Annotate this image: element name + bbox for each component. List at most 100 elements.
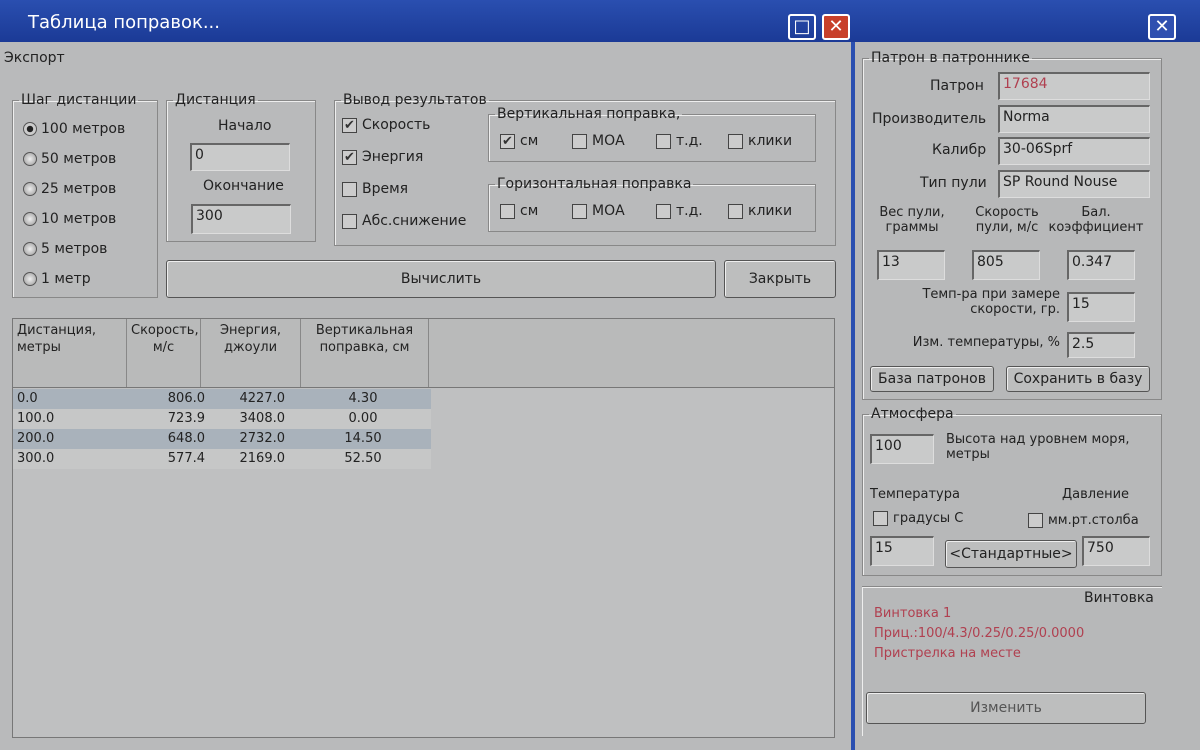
vertical-option-label: МОА xyxy=(592,133,625,149)
vertical-option-label: см xyxy=(520,133,539,149)
save-to-db-button[interactable]: Сохранить в базу xyxy=(1006,366,1150,392)
vertical-option[interactable]: МОА xyxy=(572,133,625,149)
bullet-label: Тип пули xyxy=(920,175,987,191)
column-header[interactable]: Скорость, м/с xyxy=(127,319,201,387)
atm-temp-label: Температура xyxy=(870,487,960,502)
checkbox-icon[interactable] xyxy=(728,133,743,149)
mmhg-label: мм.рт.столба xyxy=(1048,513,1139,528)
temp-label: Темп-ра при замере скорости, гр. xyxy=(922,287,1060,317)
rifle-scope: Приц.:100/4.3/0.25/0.25/0.0000 xyxy=(874,626,1085,641)
horizontal-option[interactable]: см xyxy=(500,203,538,219)
start-label: Начало xyxy=(218,118,272,134)
horizontal-option-label: клики xyxy=(748,203,793,219)
table-cell: 52.50 xyxy=(344,451,382,466)
altitude-input[interactable]: 100 xyxy=(870,434,934,464)
pressure-input[interactable]: 750 xyxy=(1082,536,1150,566)
atm-temp-input[interactable]: 15 xyxy=(870,536,934,566)
step-option[interactable]: 25 метров xyxy=(23,174,157,204)
step-option-label: 5 метров xyxy=(41,241,108,257)
step-option[interactable]: 5 метров xyxy=(23,234,157,264)
step-option[interactable]: 100 метров xyxy=(23,114,157,144)
column-header[interactable]: Дистанция, метры xyxy=(13,319,127,387)
table-row[interactable]: 300.0 577.4 2169.0 52.50 xyxy=(13,449,431,469)
results-table: Дистанция, метры Скорость, м/с Энергия, дж… xyxy=(12,318,835,738)
step-option-label: 25 метров xyxy=(41,181,117,197)
vertical-option[interactable]: клики xyxy=(728,133,792,149)
output-option[interactable]: Абс.снижение xyxy=(342,213,466,229)
column-header[interactable]: Энергия, джоули xyxy=(201,319,301,387)
table-cell: 2169.0 xyxy=(239,451,286,466)
start-input[interactable]: 0 xyxy=(190,143,290,171)
rifle-legend: Винтовка xyxy=(1082,590,1156,606)
weight-input[interactable]: 13 xyxy=(877,250,945,280)
checkbox-icon[interactable] xyxy=(572,203,587,219)
temp-input[interactable]: 15 xyxy=(1067,292,1135,322)
horizontal-option-label: см xyxy=(520,203,539,219)
step-option[interactable]: 50 метров xyxy=(23,144,157,174)
checkbox-icon[interactable] xyxy=(342,213,357,229)
checkbox-icon[interactable] xyxy=(342,181,357,197)
table-cell: 648.0 xyxy=(167,431,205,446)
tchange-label: Изм. температуры, % xyxy=(912,335,1060,350)
output-option[interactable]: ✔ Энергия xyxy=(342,149,423,165)
checkbox-icon[interactable]: ✔ xyxy=(500,133,515,149)
checkbox-icon[interactable] xyxy=(728,203,743,219)
output-legend: Вывод результатов xyxy=(343,92,487,108)
menu-export[interactable]: Экспорт xyxy=(4,50,65,66)
checkbox-icon[interactable]: ✔ xyxy=(342,149,357,165)
radio-icon[interactable] xyxy=(23,182,37,196)
celsius-checkbox[interactable] xyxy=(873,511,888,526)
end-input[interactable]: 300 xyxy=(191,204,291,234)
step-option[interactable]: 10 метров xyxy=(23,204,157,234)
checkbox-icon[interactable] xyxy=(656,203,671,219)
caliber-input[interactable]: 30-06Sprf xyxy=(998,137,1150,165)
checkbox-icon[interactable] xyxy=(572,133,587,149)
radio-icon[interactable] xyxy=(23,272,37,286)
vertical-option[interactable]: т.д. xyxy=(656,133,703,149)
horizontal-option[interactable]: МОА xyxy=(572,203,625,219)
rifle-zero: Пристрелка на месте xyxy=(874,646,1021,661)
maximize-button[interactable]: □ xyxy=(788,14,816,40)
tchange-input[interactable]: 2.5 xyxy=(1067,332,1135,358)
column-header[interactable]: Вертикальная поправка, см xyxy=(301,319,429,387)
table-cell: 723.9 xyxy=(167,411,205,426)
radio-icon[interactable] xyxy=(23,152,37,166)
checkbox-icon[interactable] xyxy=(500,203,515,219)
maker-label: Производитель xyxy=(872,111,987,127)
vertical-option[interactable]: ✔ см xyxy=(500,133,538,149)
output-option[interactable]: ✔ Скорость xyxy=(342,117,430,133)
speed-input[interactable]: 805 xyxy=(972,250,1040,280)
panel-close-button[interactable]: ✕ xyxy=(1148,14,1176,40)
patron-input[interactable]: 17684 xyxy=(998,72,1150,100)
mmhg-checkbox[interactable] xyxy=(1028,513,1043,528)
table-cell: 2732.0 xyxy=(239,431,286,446)
standard-button[interactable]: <Стандартные> xyxy=(945,540,1077,568)
cartridge-db-button[interactable]: База патронов xyxy=(870,366,994,392)
maker-input[interactable]: Norma xyxy=(998,105,1150,133)
table-row[interactable]: 200.0 648.0 2732.0 14.50 xyxy=(13,429,431,449)
bc-input[interactable]: 0.347 xyxy=(1067,250,1135,280)
radio-icon[interactable] xyxy=(23,242,37,256)
step-option[interactable]: 1 метр xyxy=(23,264,157,294)
horizontal-option[interactable]: т.д. xyxy=(656,203,703,219)
calculate-button[interactable]: Вычислить xyxy=(166,260,716,298)
output-option[interactable]: Время xyxy=(342,181,408,197)
change-rifle-button[interactable]: Изменить xyxy=(866,692,1146,724)
close-dialog-button[interactable]: Закрыть xyxy=(724,260,836,298)
radio-icon[interactable] xyxy=(23,212,37,226)
table-cell: 0.0 xyxy=(17,391,38,406)
checkbox-icon[interactable]: ✔ xyxy=(342,117,357,133)
pressure-label: Давление xyxy=(1062,487,1130,502)
radio-icon[interactable] xyxy=(23,122,37,136)
table-cell: 14.50 xyxy=(344,431,382,446)
table-row[interactable]: 0.0 806.0 4227.0 4.30 xyxy=(13,389,431,409)
table-cell: 300.0 xyxy=(17,451,55,466)
horizontal-option[interactable]: клики xyxy=(728,203,792,219)
table-row[interactable]: 100.0 723.9 3408.0 0.00 xyxy=(13,409,431,429)
step-option-label: 50 метров xyxy=(41,151,117,167)
bullet-input[interactable]: SP Round Nouse xyxy=(998,170,1150,198)
table-cell: 4.30 xyxy=(348,391,378,406)
checkbox-icon[interactable] xyxy=(656,133,671,149)
table-cell: 4227.0 xyxy=(239,391,286,406)
close-button[interactable]: ✕ xyxy=(822,14,850,40)
